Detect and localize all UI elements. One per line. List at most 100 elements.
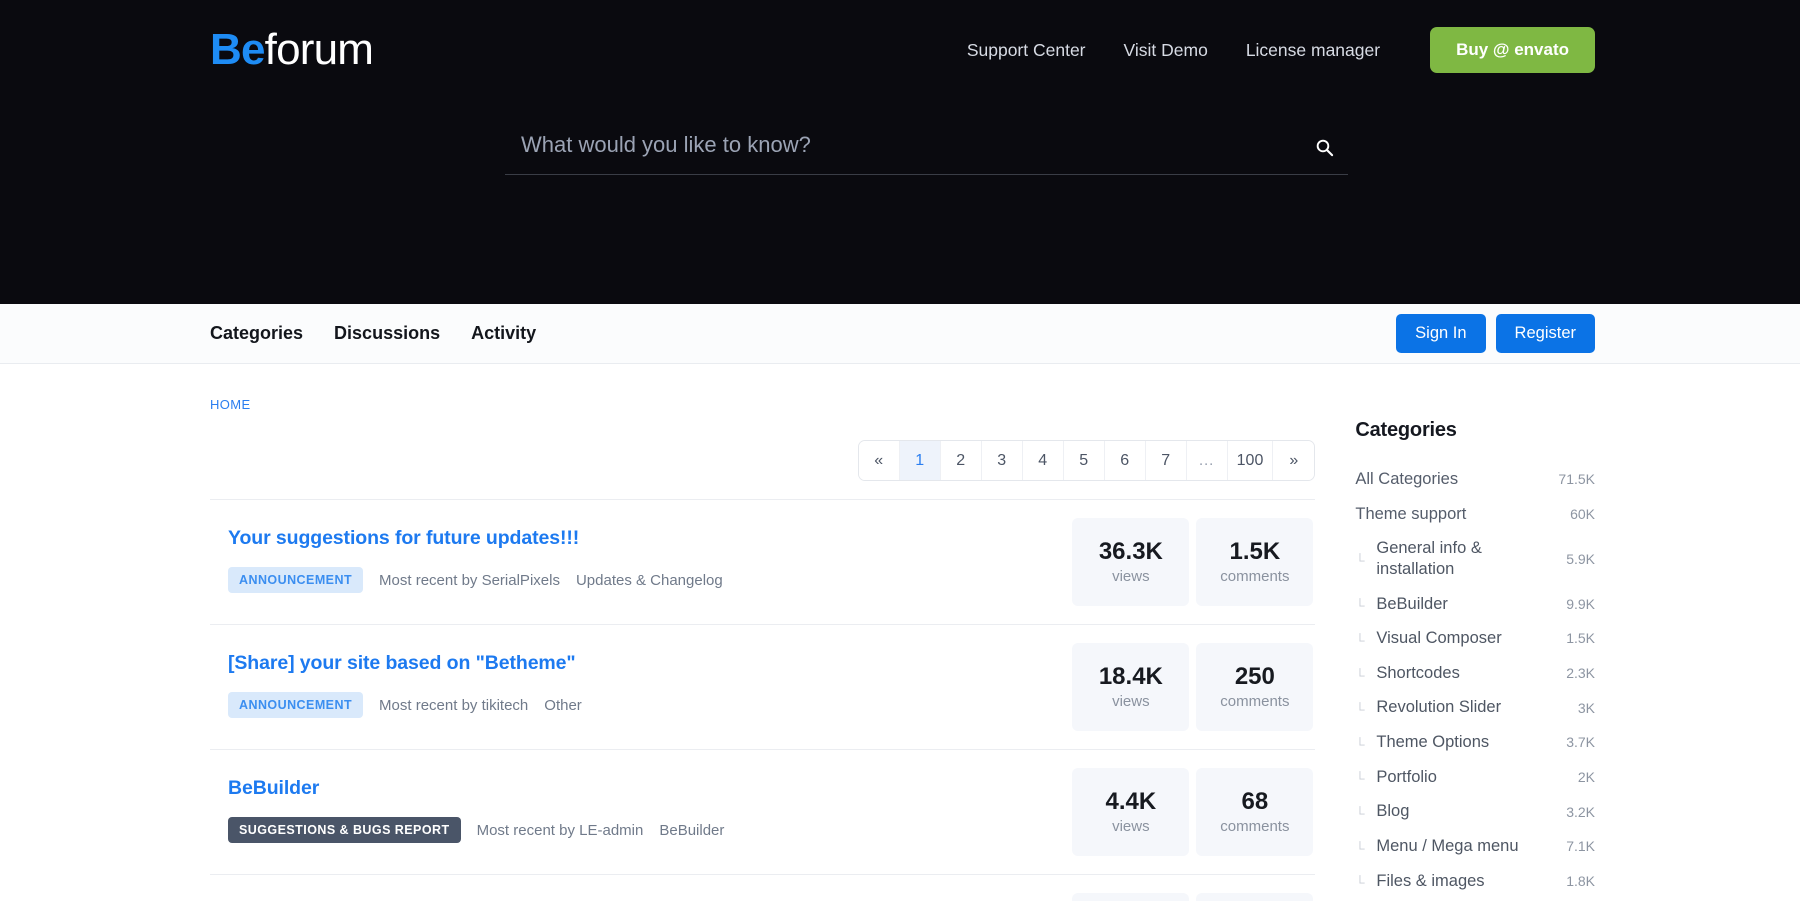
discussion-row[interactable]: BeBuilder SUGGESTIONS & BUGS REPORT Most… bbox=[210, 749, 1315, 874]
status-badge[interactable]: SUGGESTIONS & BUGS REPORT bbox=[228, 817, 461, 843]
discussion-meta: ANNOUNCEMENT Most recent by SerialPixels… bbox=[228, 567, 1058, 593]
discussion-info: [Share] your site based on "Betheme" ANN… bbox=[210, 643, 1072, 731]
views-stat: 18.4K views bbox=[1072, 643, 1189, 731]
sidebar-item-menu-mega-menu[interactable]: └ Menu / Mega menu 7.1K bbox=[1355, 829, 1595, 864]
sidebar-item-shortcodes[interactable]: └ Shortcodes 2.3K bbox=[1355, 656, 1595, 691]
sidebar-item-label[interactable]: Shortcodes bbox=[1376, 663, 1459, 684]
top-nav-visit-demo[interactable]: Visit Demo bbox=[1124, 40, 1208, 61]
nav-item-discussions[interactable]: Discussions bbox=[334, 323, 440, 344]
views-count: 36.3K bbox=[1099, 540, 1163, 564]
discussion-category[interactable]: Other bbox=[544, 697, 582, 714]
comments-label: comments bbox=[1220, 694, 1289, 709]
sidebar-item-count: 71.5K bbox=[1558, 471, 1595, 487]
discussion-category[interactable]: BeBuilder bbox=[659, 822, 724, 839]
top-navigation: Support Center Visit Demo License manage… bbox=[967, 27, 1595, 73]
discussion-stats: 595 views 6 comments bbox=[1072, 893, 1315, 901]
sign-in-button[interactable]: Sign In bbox=[1396, 314, 1485, 353]
sidebar-item-bebuilder[interactable]: └ BeBuilder 9.9K bbox=[1355, 587, 1595, 622]
sidebar-item-general-info-installation[interactable]: └ General info & installation 5.9K bbox=[1355, 531, 1595, 586]
top-nav-license-manager[interactable]: License manager bbox=[1246, 40, 1380, 61]
views-label: views bbox=[1112, 819, 1150, 834]
subcategory-branch-icon: └ bbox=[1355, 876, 1368, 889]
sidebar-item-label[interactable]: Portfolio bbox=[1376, 767, 1437, 788]
pager-page-5[interactable]: 5 bbox=[1064, 441, 1105, 480]
discussion-category[interactable]: Updates & Changelog bbox=[576, 572, 723, 589]
logo-forum: forum bbox=[265, 25, 373, 74]
sidebar-item-label[interactable]: BeBuilder bbox=[1376, 594, 1448, 615]
pager-ellipsis: … bbox=[1187, 441, 1228, 480]
comments-stat: 68 comments bbox=[1196, 768, 1313, 856]
comments-count: 250 bbox=[1235, 665, 1275, 689]
subcategory-branch-icon: └ bbox=[1355, 554, 1368, 567]
discussion-row[interactable]: V27 makes Be 3X FASTER than the previous… bbox=[210, 874, 1315, 901]
sidebar-item-revolution-slider[interactable]: └ Revolution Slider 3K bbox=[1355, 690, 1595, 725]
sidebar-item-theme-support[interactable]: Theme support 60K bbox=[1355, 497, 1595, 532]
status-badge[interactable]: ANNOUNCEMENT bbox=[228, 692, 363, 718]
pager-page-6[interactable]: 6 bbox=[1105, 441, 1146, 480]
sidebar-item-label[interactable]: Theme support bbox=[1355, 504, 1466, 525]
sidebar-item-count: 9.9K bbox=[1566, 596, 1595, 612]
sidebar-item-label[interactable]: Visual Composer bbox=[1376, 628, 1501, 649]
views-stat: 595 views bbox=[1072, 893, 1189, 901]
pager-page-4[interactable]: 4 bbox=[1023, 441, 1064, 480]
site-logo[interactable]: Beforum bbox=[210, 28, 373, 72]
sidebar-item-label[interactable]: Files & images bbox=[1376, 871, 1484, 892]
nav-item-categories[interactable]: Categories bbox=[210, 323, 303, 344]
comments-stat: 6 comments bbox=[1196, 893, 1313, 901]
sidebar-item-theme-options[interactable]: └ Theme Options 3.7K bbox=[1355, 725, 1595, 760]
top-nav-support-center[interactable]: Support Center bbox=[967, 40, 1086, 61]
sidebar-item-visual-composer[interactable]: └ Visual Composer 1.5K bbox=[1355, 621, 1595, 656]
status-badge[interactable]: ANNOUNCEMENT bbox=[228, 567, 363, 593]
discussion-title[interactable]: [Share] your site based on "Betheme" bbox=[228, 651, 1058, 676]
categories-sidebar: Categories All Categories 71.5K Theme su… bbox=[1315, 364, 1595, 901]
navbar-links: Categories Discussions Activity bbox=[210, 323, 536, 344]
sidebar-item-blog[interactable]: └ Blog 3.2K bbox=[1355, 794, 1595, 829]
comments-label: comments bbox=[1220, 819, 1289, 834]
sidebar-item-label[interactable]: Blog bbox=[1376, 801, 1409, 822]
pager-next[interactable]: » bbox=[1273, 441, 1314, 480]
views-count: 4.4K bbox=[1106, 790, 1157, 814]
search-icon bbox=[1315, 138, 1334, 160]
sidebar-item-label[interactable]: General info & installation bbox=[1376, 538, 1556, 579]
pager-page-1[interactable]: 1 bbox=[900, 441, 941, 480]
pager-page-2[interactable]: 2 bbox=[941, 441, 982, 480]
pager-page-last[interactable]: 100 bbox=[1228, 441, 1274, 480]
search-input[interactable] bbox=[505, 132, 1315, 162]
most-recent-by: Most recent by tikitech bbox=[379, 697, 528, 714]
discussion-row[interactable]: Your suggestions for future updates!!! A… bbox=[210, 499, 1315, 624]
nav-item-activity[interactable]: Activity bbox=[471, 323, 536, 344]
sidebar-item-label[interactable]: Theme Options bbox=[1376, 732, 1489, 753]
search-bar bbox=[505, 132, 1348, 175]
discussion-stats: 36.3K views 1.5K comments bbox=[1072, 518, 1315, 606]
sidebar-item-count: 7.1K bbox=[1566, 838, 1595, 854]
sidebar-item-count: 3.7K bbox=[1566, 734, 1595, 750]
discussion-meta: SUGGESTIONS & BUGS REPORT Most recent by… bbox=[228, 817, 1058, 843]
sidebar-item-label[interactable]: Revolution Slider bbox=[1376, 697, 1501, 718]
pager-prev[interactable]: « bbox=[859, 441, 900, 480]
sidebar-item-label[interactable]: All Categories bbox=[1355, 469, 1458, 490]
discussion-row[interactable]: [Share] your site based on "Betheme" ANN… bbox=[210, 624, 1315, 749]
sidebar-title: Categories bbox=[1355, 419, 1595, 442]
main-content: HOME « 1 2 3 4 5 6 7 … 100 » Your sugges… bbox=[210, 364, 1315, 901]
sidebar-item-count: 5.9K bbox=[1566, 551, 1595, 567]
register-button[interactable]: Register bbox=[1496, 314, 1595, 353]
pager-page-7[interactable]: 7 bbox=[1146, 441, 1187, 480]
sidebar-item-files-images[interactable]: └ Files & images 1.8K bbox=[1355, 864, 1595, 899]
subcategory-branch-icon: └ bbox=[1355, 738, 1368, 751]
subcategory-branch-icon: └ bbox=[1355, 634, 1368, 647]
discussion-title[interactable]: Your suggestions for future updates!!! bbox=[228, 526, 1058, 551]
sidebar-item-count: 1.5K bbox=[1566, 630, 1595, 646]
pager-page-3[interactable]: 3 bbox=[982, 441, 1023, 480]
discussion-stats: 4.4K views 68 comments bbox=[1072, 768, 1315, 856]
breadcrumb-home[interactable]: HOME bbox=[210, 397, 251, 412]
sidebar-item-all-categories[interactable]: All Categories 71.5K bbox=[1355, 462, 1595, 497]
discussion-title[interactable]: BeBuilder bbox=[228, 776, 1058, 801]
views-stat: 36.3K views bbox=[1072, 518, 1189, 606]
sidebar-item-label[interactable]: Menu / Mega menu bbox=[1376, 836, 1518, 857]
subcategory-branch-icon: └ bbox=[1355, 599, 1368, 612]
sidebar-item-portfolio[interactable]: └ Portfolio 2K bbox=[1355, 760, 1595, 795]
views-stat: 4.4K views bbox=[1072, 768, 1189, 856]
subcategory-branch-icon: └ bbox=[1355, 772, 1368, 785]
search-submit-button[interactable] bbox=[1315, 138, 1348, 162]
buy-at-envato-button[interactable]: Buy @ envato bbox=[1430, 27, 1595, 73]
